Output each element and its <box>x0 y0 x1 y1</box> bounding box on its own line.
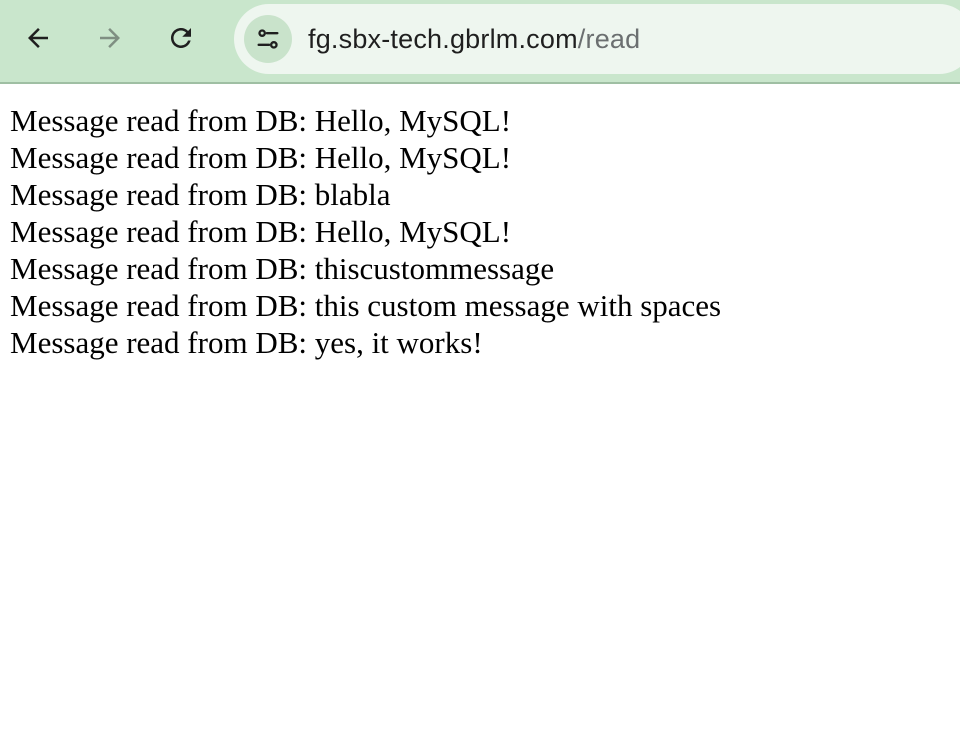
url-host: fg.sbx-tech.gbrlm.com <box>308 24 578 54</box>
message-line: Message read from DB: Hello, MySQL! <box>10 140 512 175</box>
back-button[interactable] <box>14 14 62 62</box>
tune-icon <box>257 29 279 49</box>
message-line: Message read from DB: Hello, MySQL! <box>10 103 512 138</box>
url-text[interactable]: fg.sbx-tech.gbrlm.com/read <box>308 23 640 55</box>
message-line: Message read from DB: this custom messag… <box>10 288 722 323</box>
site-info-button[interactable] <box>244 15 292 63</box>
message-line: Message read from DB: blabla <box>10 177 391 212</box>
url-path: /read <box>577 24 641 54</box>
reload-button[interactable] <box>157 14 205 62</box>
arrow-right-icon <box>100 28 120 48</box>
message-line: Message read from DB: yes, it works! <box>10 325 483 360</box>
browser-toolbar: fg.sbx-tech.gbrlm.com/read <box>0 0 960 84</box>
message-line: Message read from DB: thiscustommessage <box>10 251 555 286</box>
arrow-left-icon <box>28 28 48 48</box>
address-bar[interactable]: fg.sbx-tech.gbrlm.com/read <box>234 4 960 74</box>
page-content: Message read from DB: Hello, MySQL! Mess… <box>10 102 721 361</box>
reload-icon <box>171 28 191 48</box>
forward-button[interactable] <box>86 14 134 62</box>
message-line: Message read from DB: Hello, MySQL! <box>10 214 512 249</box>
